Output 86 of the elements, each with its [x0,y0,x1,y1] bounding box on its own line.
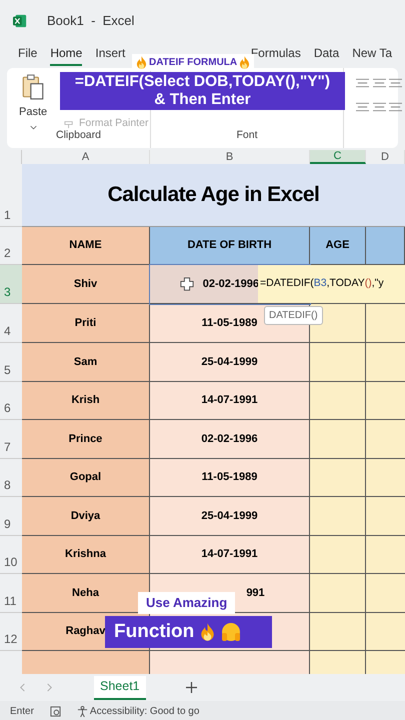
name-text: Neha [72,586,99,601]
align-icon[interactable] [389,78,402,88]
date-text: 25-04-1999 [201,508,258,524]
align-icon[interactable] [389,102,402,112]
chevron-right-icon[interactable] [45,683,54,692]
date-text: 991 [245,586,265,601]
excel-logo-icon [13,14,27,28]
date-text: 11-05-1989 [202,316,258,331]
date-text: 02-02-1996 [202,276,259,292]
column-header[interactable]: A [22,150,150,164]
date-text: 14-07-1991 [201,547,258,562]
row-header[interactable]: 3 [0,265,22,304]
row-header[interactable]: 9 [0,497,22,536]
name-text: Sam [74,354,98,370]
name-text: Priti [74,316,96,331]
align-icon[interactable] [356,102,369,112]
date-text: 14-07-1991 [201,393,258,408]
sheet-tab[interactable]: Sheet1 [94,676,146,700]
row-header[interactable]: 4 [0,304,22,343]
name-text: Prince [68,432,102,447]
name-text: Krish [71,393,100,408]
column-header[interactable]: C [310,150,366,164]
function-tooltip: DATEDIF() [264,306,323,325]
row-header[interactable]: 6 [0,382,22,420]
align-icon[interactable] [372,78,386,88]
align-icon[interactable] [372,102,386,112]
accessibility-icon[interactable] [76,706,88,716]
row-header[interactable]: 2 [0,227,22,265]
row-header[interactable]: 8 [0,459,22,497]
date-text: 11-05-1989 [202,470,258,486]
flame-icon [200,623,216,641]
row-header[interactable]: 11 [0,574,22,613]
ribbon-tab[interactable]: Home [50,44,82,66]
table-cell [366,343,405,382]
group-label: Font [236,128,258,144]
date-text: 02-02-1996 [201,432,258,447]
cell-cursor-icon [180,277,194,291]
header-text: AGE [326,238,350,254]
flame-icon [136,56,147,69]
header-text: NAME [69,238,102,254]
paste-button[interactable]: Paste [19,74,48,130]
table-cell [366,536,405,574]
ribbon-tab[interactable]: New Ta [352,44,392,66]
emoji-icon [221,622,242,642]
macro-icon[interactable] [50,706,61,716]
ribbon-tab[interactable]: File [18,44,38,66]
caption-label: Use Amazing [138,592,236,614]
table-cell [366,420,405,459]
name-text: Krishna [65,547,106,562]
table-cell [366,382,405,420]
caption-banner: =DATEIF(Select DOB,TODAY(),"Y") & Then Enter [60,72,345,110]
chevron-left-icon[interactable] [18,683,27,692]
flame-icon [239,56,250,69]
sheet-title: Calculate Age in Excel [108,182,320,208]
table-cell [366,497,405,536]
table-cell [310,651,366,674]
caption-banner: Function [105,616,272,648]
name-text: Dviya [70,508,100,524]
ribbon-tab[interactable]: Data [314,44,340,66]
row-header[interactable]: 1 [0,164,22,227]
date-text: 25-04-1999 [201,354,258,370]
window-title: Book1 - Excel [47,12,134,30]
table-cell [366,613,405,651]
column-header[interactable]: D [366,150,405,164]
row-header[interactable]: 10 [0,536,22,574]
ribbon-tab[interactable]: Insert [95,44,126,66]
add-sheet-icon[interactable] [186,682,197,693]
formula-text[interactable]: =DATEDIF(B3,TODAY(),"y [258,265,405,303]
status-mode: Enter [10,704,34,718]
row-header[interactable]: 12 [0,613,22,651]
row-header[interactable]: 7 [0,420,22,459]
align-icon[interactable] [356,78,369,88]
clipboard-icon [22,74,44,100]
header-text: DATE OF BIRTH [187,238,272,254]
table-cell [366,459,405,497]
caption-label: DATEIF FORMULA [132,54,254,71]
name-text: Shiv [74,276,98,292]
table-cell [366,651,405,674]
row-header[interactable]: 5 [0,343,22,382]
name-text: Gopal [70,470,102,486]
caret-icon[interactable] [30,124,37,130]
column-header[interactable]: B [150,150,310,164]
table-cell [366,304,405,343]
accessibility-status: Accessibility: Good to go [90,704,200,718]
name-text: Raghav [66,624,106,640]
table-cell [366,574,405,613]
